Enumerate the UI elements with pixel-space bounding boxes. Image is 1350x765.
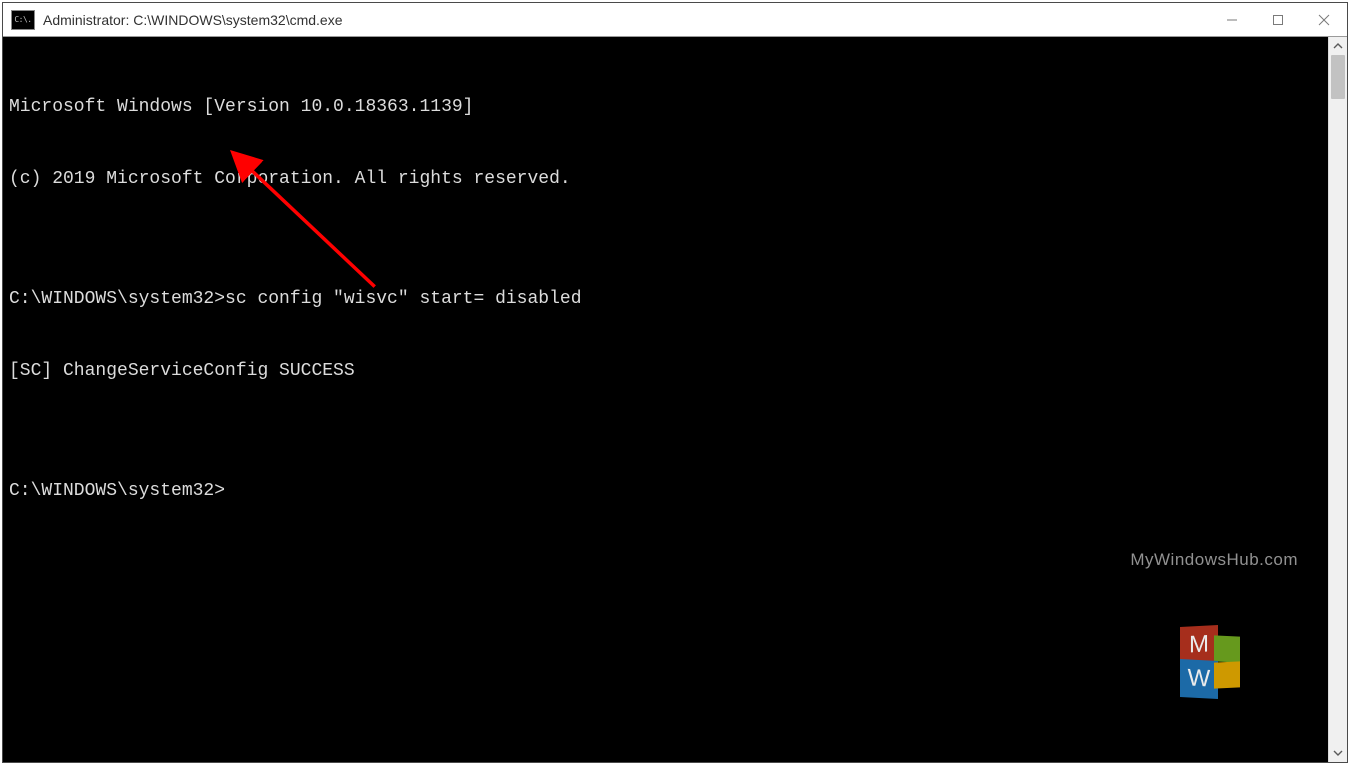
minimize-icon: [1226, 14, 1238, 26]
watermark-tile-yellow: [1214, 661, 1240, 688]
chevron-up-icon: [1333, 41, 1343, 51]
watermark-tile-m: M: [1180, 625, 1218, 665]
watermark-tile-w: W: [1180, 659, 1218, 699]
terminal-line: Microsoft Windows [Version 10.0.18363.11…: [9, 95, 1324, 119]
close-button[interactable]: [1301, 3, 1347, 37]
vertical-scrollbar[interactable]: [1328, 37, 1347, 762]
close-icon: [1318, 14, 1330, 26]
terminal-line: (c) 2019 Microsoft Corporation. All righ…: [9, 167, 1324, 191]
chevron-down-icon: [1333, 748, 1343, 758]
scroll-up-button[interactable]: [1329, 37, 1347, 55]
scrollbar-thumb[interactable]: [1331, 55, 1345, 99]
terminal-line: [SC] ChangeServiceConfig SUCCESS: [9, 359, 1324, 383]
window-title: Administrator: C:\WINDOWS\system32\cmd.e…: [43, 12, 343, 28]
client-area: Microsoft Windows [Version 10.0.18363.11…: [3, 37, 1347, 762]
annotation-arrow: [3, 37, 1328, 762]
scrollbar-track[interactable]: [1329, 55, 1347, 744]
watermark-logo: M W: [1180, 626, 1248, 694]
scroll-down-button[interactable]: [1329, 744, 1347, 762]
terminal-output[interactable]: Microsoft Windows [Version 10.0.18363.11…: [3, 37, 1328, 762]
minimize-button[interactable]: [1209, 3, 1255, 37]
terminal-line: C:\WINDOWS\system32>sc config "wisvc" st…: [9, 287, 1324, 311]
maximize-button[interactable]: [1255, 3, 1301, 37]
cmd-window: C:\. Administrator: C:\WINDOWS\system32\…: [2, 2, 1348, 763]
titlebar[interactable]: C:\. Administrator: C:\WINDOWS\system32\…: [3, 3, 1347, 37]
watermark: MyWindowsHub.com M W: [1130, 500, 1298, 742]
watermark-tile-green: [1214, 635, 1240, 662]
terminal-line: C:\WINDOWS\system32>: [9, 479, 1324, 503]
maximize-icon: [1272, 14, 1284, 26]
watermark-text: MyWindowsHub.com: [1130, 548, 1298, 572]
cmd-icon-glyph: C:\.: [14, 16, 31, 24]
cmd-icon: C:\.: [11, 10, 35, 30]
